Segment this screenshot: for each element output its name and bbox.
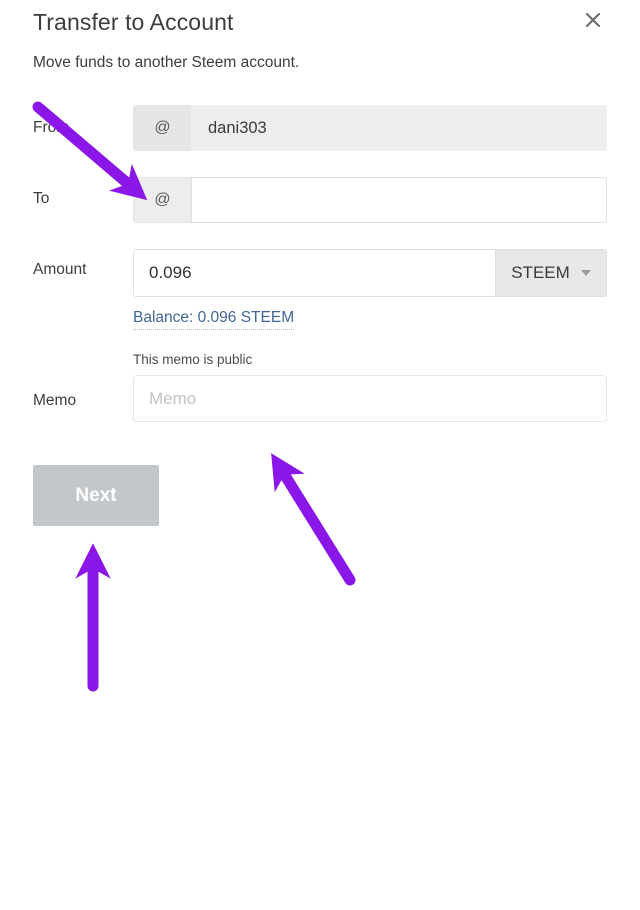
chevron-down-icon [580,270,591,276]
memo-public-hint: This memo is public [133,352,253,367]
amount-label: Amount [33,261,87,278]
to-label: To [33,190,50,207]
transfer-dialog: Transfer to Account Move funds to anothe… [0,0,640,910]
currency-select-value: STEEM [511,263,570,282]
from-label: From [33,119,70,136]
from-field-group: @ dani303 [133,105,607,151]
amount-input[interactable]: 0.096 [133,249,496,297]
memo-label: Memo [33,392,77,409]
next-button[interactable]: Next [33,465,159,526]
to-at-prefix: @ [133,177,191,223]
to-field-group[interactable]: @ [133,177,607,223]
amount-field-group: 0.096 STEEM [133,249,607,297]
page-title: Transfer to Account [33,9,234,35]
from-at-prefix: @ [133,105,191,151]
balance-link[interactable]: Balance: 0.096 STEEM [133,309,295,330]
memo-input[interactable]: Memo [133,375,607,422]
arrow-to-memo-field [271,453,356,586]
to-account-input[interactable] [191,177,607,223]
currency-select[interactable]: STEEM [496,249,607,297]
close-icon[interactable] [578,5,608,35]
from-account-input: dani303 [191,105,607,151]
dialog-subtitle: Move funds to another Steem account. [33,54,300,71]
